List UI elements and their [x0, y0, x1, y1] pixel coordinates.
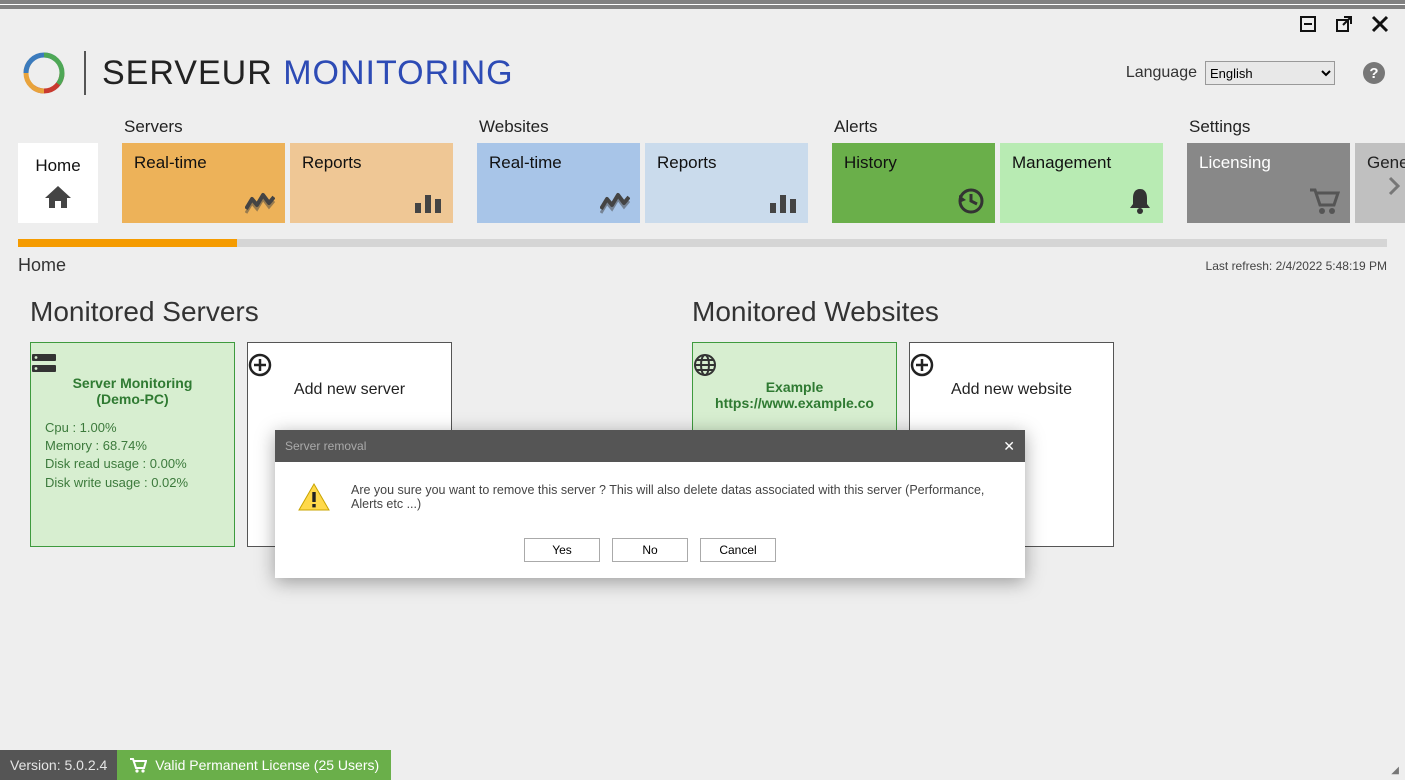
open-external-button[interactable]	[1333, 13, 1355, 35]
nav-home[interactable]: Home	[18, 143, 98, 223]
add-server-label: Add new server	[248, 381, 451, 399]
status-version: Version: 5.0.2.4	[0, 750, 117, 780]
nav-group-websites: Websites	[477, 117, 808, 137]
minimize-button[interactable]	[1297, 13, 1319, 35]
status-license[interactable]: Valid Permanent License (25 Users)	[117, 750, 391, 780]
nav-group-alerts: Alerts	[832, 117, 1163, 137]
globe-icon	[693, 353, 896, 377]
nav-servers-reports[interactable]: Reports	[290, 143, 453, 223]
cart-icon	[129, 757, 147, 773]
dialog-title: Server removal	[285, 439, 366, 453]
dialog-cancel-button[interactable]: Cancel	[700, 538, 776, 562]
dialog-close-button[interactable]: ✕	[1003, 438, 1015, 455]
add-website-label: Add new website	[910, 381, 1113, 399]
stat-cpu: Cpu : 1.00%	[45, 419, 220, 437]
nav-servers-realtime[interactable]: Real-time	[122, 143, 285, 223]
nav-websites-reports[interactable]: Reports	[645, 143, 808, 223]
stat-disk-read: Disk read usage : 0.00%	[45, 455, 220, 473]
bar-chart-icon	[768, 191, 798, 215]
warning-icon	[297, 482, 331, 512]
realtime-icon	[245, 191, 275, 215]
section-title: Monitored Websites	[692, 296, 1114, 328]
window-controls	[0, 9, 1405, 39]
stat-memory: Memory : 68.74%	[45, 437, 220, 455]
nav-group-settings: Settings	[1187, 117, 1405, 137]
language-label: Language	[1126, 64, 1197, 82]
dialog-yes-button[interactable]: Yes	[524, 538, 600, 562]
cart-icon	[1308, 187, 1340, 215]
dialog-no-button[interactable]: No	[612, 538, 688, 562]
server-removal-dialog: Server removal ✕ Are you sure you want t…	[275, 430, 1025, 578]
nav-progress	[18, 239, 1387, 247]
nav-group-servers: Servers	[122, 117, 453, 137]
logo-icon	[20, 49, 68, 97]
brand-text-right: MONITORING	[283, 54, 513, 92]
server-card[interactable]: Server Monitoring (Demo-PC) Cpu : 1.00% …	[30, 342, 235, 547]
page-title: Home	[18, 255, 66, 276]
close-button[interactable]	[1369, 13, 1391, 35]
stat-disk-write: Disk write usage : 0.02%	[45, 474, 220, 492]
nav-scroll-right[interactable]	[1385, 166, 1403, 206]
website-card-url: https://www.example.co	[693, 395, 896, 411]
plus-icon	[910, 353, 1113, 377]
plus-icon	[248, 353, 451, 377]
realtime-icon	[600, 191, 630, 215]
nav-websites-realtime[interactable]: Real-time	[477, 143, 640, 223]
brand-text-left: SERVEUR	[102, 54, 283, 92]
last-refresh: Last refresh: 2/4/2022 5:48:19 PM	[1206, 259, 1387, 273]
home-icon	[43, 184, 73, 210]
help-button[interactable]: ?	[1363, 62, 1385, 84]
history-icon	[955, 187, 985, 215]
nav-settings-licensing[interactable]: Licensing	[1187, 143, 1350, 223]
brand: SERVEUR MONITORING	[20, 49, 514, 97]
website-card-name: Example	[693, 379, 896, 395]
bar-chart-icon	[413, 191, 443, 215]
nav-alerts-management[interactable]: Management	[1000, 143, 1163, 223]
language-select[interactable]: English	[1205, 61, 1335, 85]
server-icon	[31, 353, 234, 373]
bell-icon	[1127, 187, 1153, 215]
dialog-message: Are you sure you want to remove this ser…	[351, 483, 1003, 511]
server-card-name: Server Monitoring (Demo-PC)	[31, 375, 234, 407]
nav-alerts-history[interactable]: History	[832, 143, 995, 223]
resize-grip[interactable]: ◢	[391, 750, 1405, 780]
section-title: Monitored Servers	[30, 296, 452, 328]
